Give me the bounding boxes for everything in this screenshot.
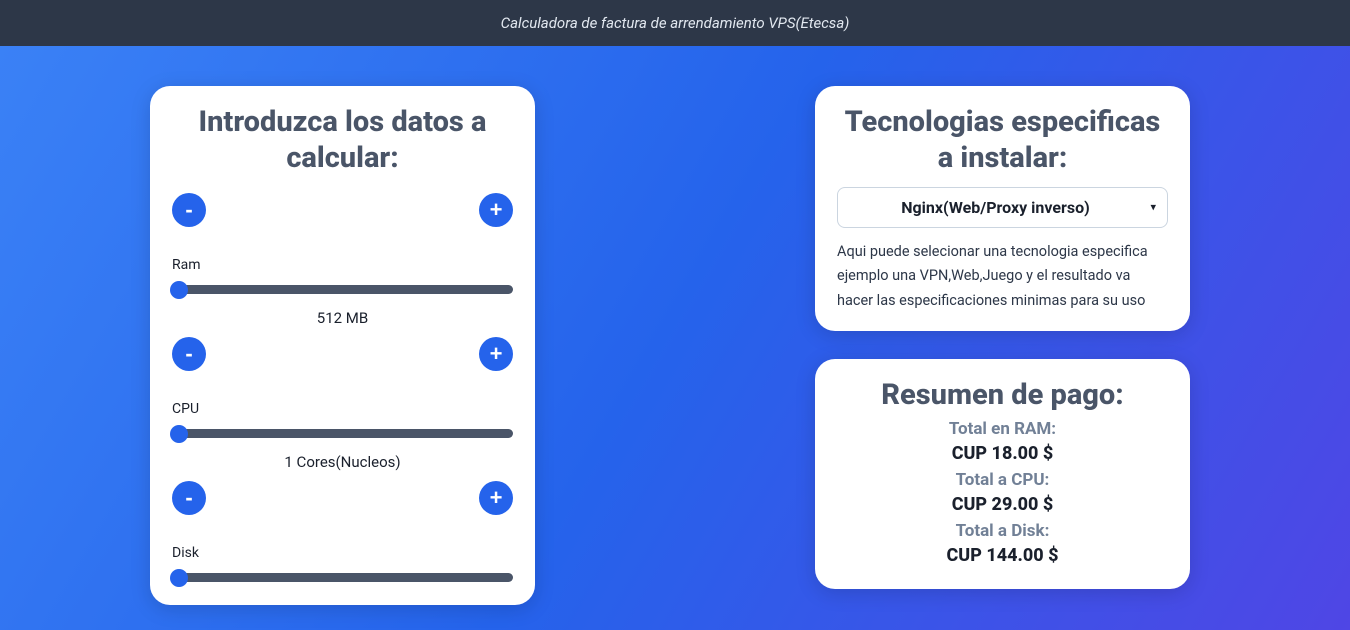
disk-label: Disk xyxy=(172,545,513,561)
disk-slider-track xyxy=(172,573,513,582)
summary-ram-value: CUP 18.00 $ xyxy=(837,441,1168,466)
disk-plus-button[interactable]: + xyxy=(479,481,513,515)
summary-cpu-label: Total a CPU: xyxy=(837,469,1168,493)
summary-heading: Resumen de pago: xyxy=(837,377,1168,413)
tech-select-wrap: Nginx(Web/Proxy inverso) ▾ xyxy=(837,187,1168,228)
summary-cpu-value: CUP 29.00 $ xyxy=(837,492,1168,517)
disk-minus-button[interactable]: - xyxy=(172,481,206,515)
app-header: Calculadora de factura de arrendamiento … xyxy=(0,0,1350,46)
ram-stepper-row: - + xyxy=(172,193,513,227)
ram-value: 512 MB xyxy=(172,309,513,327)
ram-slider-thumb[interactable] xyxy=(170,281,188,299)
ram-slider-track xyxy=(172,285,513,294)
summary-block: Total en RAM: CUP 18.00 $ Total a CPU: C… xyxy=(837,418,1168,569)
cpu-minus-button[interactable]: - xyxy=(172,337,206,371)
tech-panel: Tecnologias especificas a instalar: Ngin… xyxy=(815,86,1190,331)
disk-stepper-row: - + xyxy=(172,481,513,515)
summary-disk-value: CUP 144.00 $ xyxy=(837,543,1168,568)
tech-panel-heading: Tecnologias especificas a instalar: xyxy=(837,104,1168,177)
cpu-slider[interactable] xyxy=(172,425,513,443)
cpu-label: CPU xyxy=(172,401,513,417)
summary-ram-label: Total en RAM: xyxy=(837,418,1168,442)
summary-disk-label: Total a Disk: xyxy=(837,520,1168,544)
tech-select[interactable]: Nginx(Web/Proxy inverso) xyxy=(837,187,1168,228)
app-title: Calculadora de factura de arrendamiento … xyxy=(501,14,850,32)
cpu-plus-button[interactable]: + xyxy=(479,337,513,371)
ram-minus-button[interactable]: - xyxy=(172,193,206,227)
summary-panel: Resumen de pago: Total en RAM: CUP 18.00… xyxy=(815,359,1190,588)
cpu-slider-thumb[interactable] xyxy=(170,425,188,443)
tech-description: Aqui puede selecionar una tecnologia esp… xyxy=(837,240,1168,314)
disk-slider[interactable] xyxy=(172,569,513,587)
ram-slider[interactable] xyxy=(172,281,513,299)
input-panel-heading: Introduzca los datos a calcular: xyxy=(172,104,513,177)
main-container: Introduzca los datos a calcular: - + Ram… xyxy=(0,46,1350,605)
cpu-stepper-row: - + xyxy=(172,337,513,371)
ram-label: Ram xyxy=(172,257,513,273)
input-panel: Introduzca los datos a calcular: - + Ram… xyxy=(150,86,535,605)
right-column: Tecnologias especificas a instalar: Ngin… xyxy=(815,86,1190,589)
cpu-slider-track xyxy=(172,429,513,438)
cpu-value: 1 Cores(Nucleos) xyxy=(172,453,513,471)
disk-slider-thumb[interactable] xyxy=(170,569,188,587)
ram-plus-button[interactable]: + xyxy=(479,193,513,227)
